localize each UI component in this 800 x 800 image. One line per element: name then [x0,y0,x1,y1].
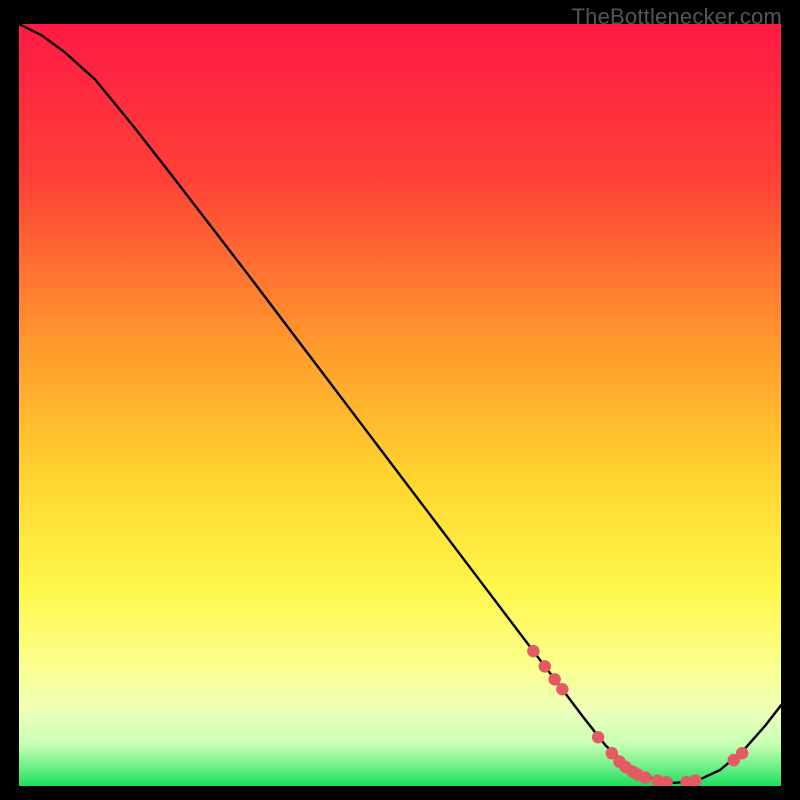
highlight-dot [639,771,651,783]
highlight-dot [592,731,604,743]
highlight-dot [556,683,568,695]
highlight-dot [539,660,551,672]
bottleneck-plot [19,24,781,786]
chart-frame: TheBottlenecker.com [0,0,800,800]
highlight-dot [548,673,560,685]
highlight-dot [736,747,748,759]
gradient-background [19,24,781,786]
chart-svg [19,24,781,786]
highlight-dot [527,645,539,657]
